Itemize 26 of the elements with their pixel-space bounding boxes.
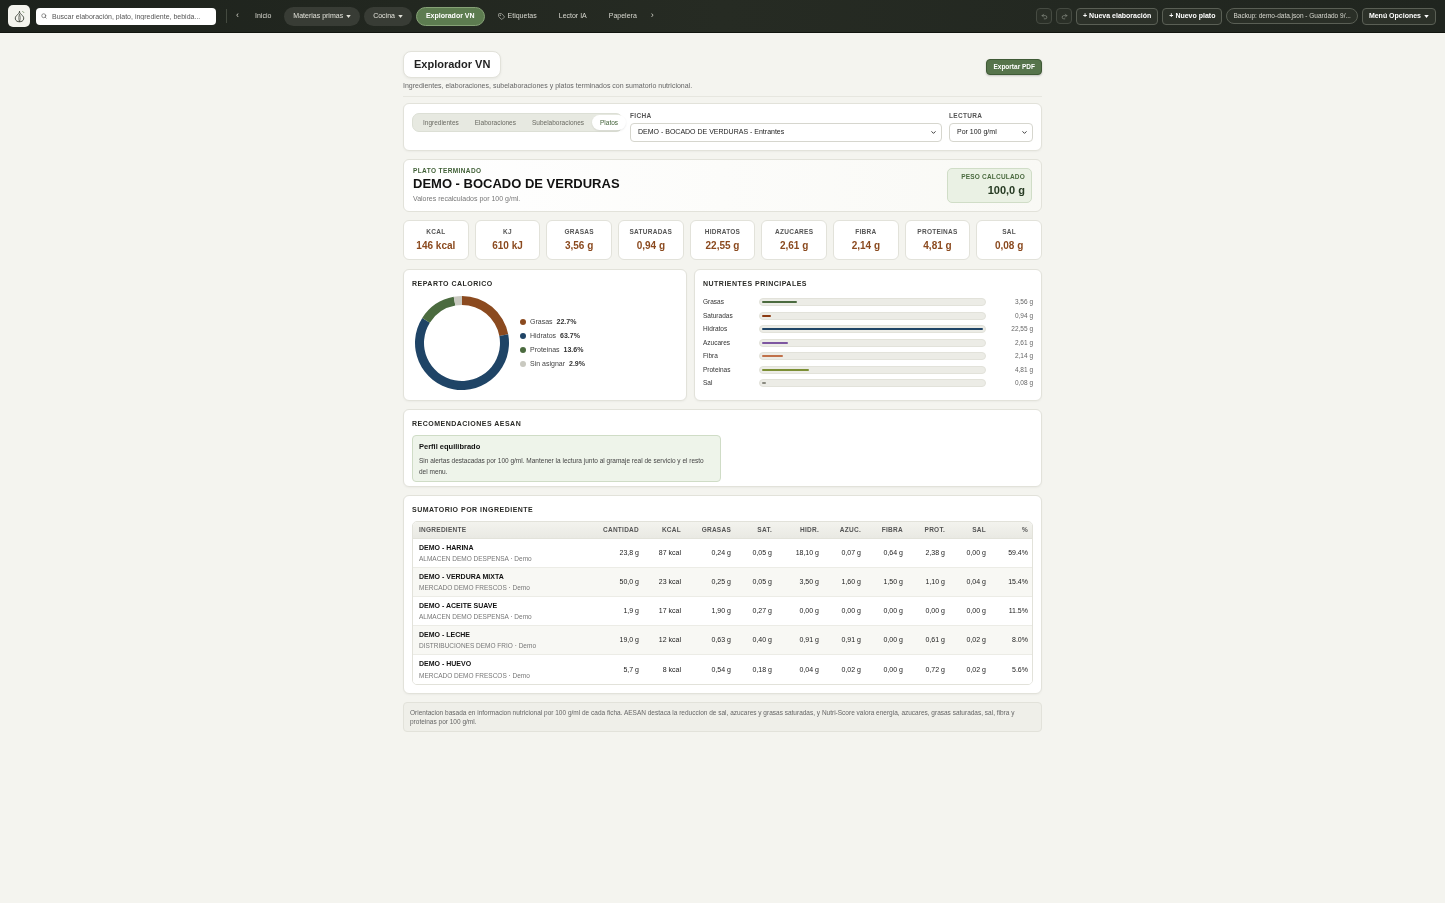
redo-icon (1060, 12, 1068, 20)
weight-value: 100,0 g (987, 183, 1025, 199)
metric-value: 3,56 g (564, 238, 594, 253)
metric-value: 2,61 g (779, 238, 809, 253)
undo-icon (1040, 12, 1048, 20)
caret-icon (1424, 14, 1429, 18)
tag-icon (497, 12, 505, 20)
scroll-right-button[interactable]: › (647, 9, 657, 23)
metric-value: 0,08 g (994, 238, 1024, 253)
plate-name: DEMO - BOCADO DE VERDURAS (413, 175, 620, 192)
metric-value: 2,14 g (851, 238, 880, 253)
metric-value: 146 kcal (416, 238, 456, 253)
garlic-logo-icon (8, 5, 30, 27)
metric-value: 22,55 g (705, 238, 740, 253)
caret-icon (346, 14, 352, 18)
metric-value: 0,94 g (636, 238, 665, 253)
undo-button[interactable] (1036, 8, 1053, 24)
scroll-left-button[interactable]: ‹ (233, 9, 242, 23)
metric-value: 610 kJ (492, 238, 523, 253)
search-icon (41, 13, 47, 19)
chevron-down-icon (930, 128, 937, 136)
caret-icon (397, 14, 403, 18)
page-title: Explorador VN (403, 51, 502, 78)
redo-button[interactable] (1056, 8, 1073, 24)
metric-value: 4,81 g (923, 238, 952, 253)
chevron-down-icon (1021, 128, 1028, 136)
